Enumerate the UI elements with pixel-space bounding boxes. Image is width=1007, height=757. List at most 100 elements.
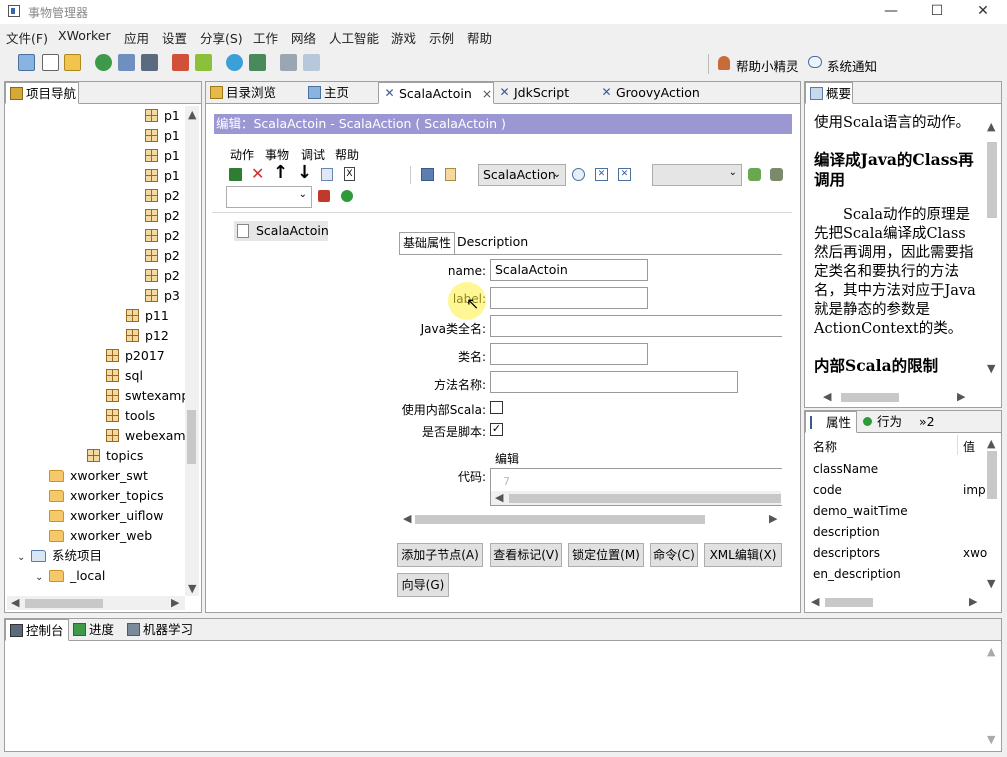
tree-item[interactable]: tools xyxy=(106,406,155,426)
run-select[interactable]: ⌄ xyxy=(226,186,312,208)
code-editor[interactable]: 7 ◀ xyxy=(490,468,782,506)
tab-machine-learning[interactable]: 机器学习 xyxy=(123,619,197,641)
tree-item[interactable]: ⌄ 系统项目 xyxy=(17,546,102,566)
xml-edit-button[interactable]: XML编辑(X) xyxy=(704,543,782,567)
tab-jdkscript[interactable]: ✕ JdkScript xyxy=(494,82,596,104)
tree-item[interactable]: topics xyxy=(87,446,143,466)
menu-file[interactable]: 文件(F) xyxy=(6,28,48,47)
minimize-button[interactable]: — xyxy=(868,0,914,24)
edit-code-link[interactable]: 编辑 xyxy=(495,450,519,467)
copy-icon[interactable] xyxy=(321,168,333,181)
property-name[interactable]: descriptors xyxy=(813,546,880,560)
add-child-node-button[interactable]: 添加子节点(A) xyxy=(397,543,483,567)
submenu-debug[interactable]: 调试 xyxy=(301,146,325,163)
remove-icon[interactable] xyxy=(770,168,783,181)
tree-item[interactable]: p2017 xyxy=(106,346,165,366)
tree-item[interactable]: p12 xyxy=(126,326,169,346)
refresh-descriptor-icon[interactable] xyxy=(572,168,585,181)
new-file-icon[interactable] xyxy=(42,54,59,71)
property-value[interactable]: xwo xyxy=(963,546,987,560)
delete-icon[interactable]: ✕ xyxy=(251,164,264,183)
scroll-thumb[interactable] xyxy=(987,142,997,218)
desktop-icon[interactable] xyxy=(421,168,434,181)
scroll-thumb[interactable] xyxy=(509,494,781,503)
run-icon[interactable] xyxy=(341,190,353,202)
close-tab-icon[interactable]: × xyxy=(482,86,492,101)
tab-groovyaction[interactable]: ✕ GroovyAction xyxy=(596,82,708,104)
xml-icon[interactable]: X xyxy=(344,167,355,181)
refresh-icon[interactable] xyxy=(95,54,112,71)
scroll-thumb[interactable] xyxy=(25,599,103,608)
edit-descriptor-icon[interactable]: ✕ xyxy=(618,168,631,181)
method-name-field[interactable] xyxy=(490,371,738,393)
expand-chevron-icon[interactable]: ⌄ xyxy=(35,568,45,588)
tab-description[interactable]: Description xyxy=(457,234,528,249)
outline-node-selected[interactable]: ScalaActoin xyxy=(234,221,329,241)
descriptor-select[interactable]: ScalaAction ⌄ xyxy=(478,164,566,186)
save-icon[interactable] xyxy=(229,168,242,181)
move-down-icon[interactable]: ↓ xyxy=(297,162,312,183)
close-button[interactable]: ✕ xyxy=(960,0,1006,24)
tree-item[interactable]: xworker_topics xyxy=(49,486,164,506)
menu-ai[interactable]: 人工智能 xyxy=(329,28,379,47)
tree-vertical-scrollbar[interactable]: ▲ ▼ xyxy=(185,106,199,596)
helper-button[interactable]: 帮助小精灵 xyxy=(736,56,799,75)
is-script-checkbox[interactable]: ✓ xyxy=(490,423,503,436)
property-value[interactable]: imp xyxy=(963,483,986,497)
menu-help[interactable]: 帮助 xyxy=(467,28,492,47)
menu-share[interactable]: 分享(S) xyxy=(200,28,243,47)
code-horizontal-scrollbar[interactable]: ◀ xyxy=(491,491,781,505)
tab-home[interactable]: 主页 xyxy=(304,82,378,104)
tab-basic-properties[interactable]: 基础属性 xyxy=(399,232,455,254)
property-name[interactable]: code xyxy=(813,483,842,497)
summary-horizontal-scrollbar[interactable]: ◀ ▶ xyxy=(819,390,969,404)
tab-overflow[interactable]: »2 xyxy=(915,411,943,433)
form-horizontal-scrollbar[interactable]: ◀ ▶ xyxy=(399,512,782,526)
home-icon[interactable] xyxy=(18,54,35,71)
print-icon[interactable] xyxy=(280,54,297,71)
scroll-thumb[interactable] xyxy=(415,515,705,524)
tree-horizontal-scrollbar[interactable]: ◀ ▶ xyxy=(7,596,185,610)
tree-item[interactable]: sql xyxy=(106,366,143,386)
submenu-thing[interactable]: 事物 xyxy=(265,146,289,163)
tool-icon[interactable] xyxy=(172,54,189,71)
open-descriptor-icon[interactable]: ✕ xyxy=(595,168,608,181)
submenu-help[interactable]: 帮助 xyxy=(335,146,359,163)
scroll-thumb[interactable] xyxy=(841,393,899,402)
tree-item[interactable]: xworker_web xyxy=(49,526,152,546)
tab-console[interactable]: 控制台 xyxy=(5,619,69,641)
submenu-action[interactable]: 动作 xyxy=(230,146,254,163)
tab-scalaactoin[interactable]: ✕ ScalaActoin × xyxy=(378,82,494,104)
lock-position-button[interactable]: 锁定位置(M) xyxy=(568,543,644,567)
explorer-icon[interactable] xyxy=(118,54,135,71)
tree-item[interactable]: xworker_uiflow xyxy=(49,506,163,526)
tree-item[interactable]: ⌄ _local xyxy=(35,566,105,586)
console-vertical-scrollbar[interactable]: ▲ ▼ xyxy=(985,643,999,749)
menu-settings[interactable]: 设置 xyxy=(162,28,187,47)
tab-summary[interactable]: 概要 xyxy=(805,82,853,104)
tab-project-navigator[interactable]: 项目导航 xyxy=(5,82,79,104)
label-field[interactable] xyxy=(490,287,648,309)
scroll-thumb[interactable] xyxy=(987,451,997,499)
menu-games[interactable]: 游戏 xyxy=(391,28,416,47)
secondary-select[interactable]: ⌄ xyxy=(652,164,742,186)
summary-vertical-scrollbar[interactable]: ▲ ▼ xyxy=(985,118,999,384)
tree-item[interactable]: xworker_swt xyxy=(49,466,148,486)
add-icon[interactable] xyxy=(748,168,761,181)
tree-item[interactable]: swtexamp xyxy=(106,386,189,406)
tab-properties[interactable]: 属性 xyxy=(805,411,857,433)
debug-icon[interactable] xyxy=(318,190,330,202)
command-button[interactable]: 命令(C) xyxy=(650,543,698,567)
menu-examples[interactable]: 示例 xyxy=(429,28,454,47)
menu-network[interactable]: 网络 xyxy=(291,28,316,47)
tab-directory-browse[interactable]: 目录浏览 xyxy=(206,82,304,104)
name-field[interactable]: ScalaActoin xyxy=(490,259,648,281)
globe-icon[interactable] xyxy=(226,54,243,71)
tab-behavior[interactable]: 行为 xyxy=(857,411,915,433)
menu-work[interactable]: 工作 xyxy=(253,28,278,47)
bookmark-icon[interactable] xyxy=(445,168,456,181)
class-name-field[interactable] xyxy=(490,343,648,365)
menu-app[interactable]: 应用 xyxy=(124,28,149,47)
expand-chevron-icon[interactable]: ⌄ xyxy=(17,548,27,568)
view-marks-button[interactable]: 查看标记(V) xyxy=(490,543,562,567)
